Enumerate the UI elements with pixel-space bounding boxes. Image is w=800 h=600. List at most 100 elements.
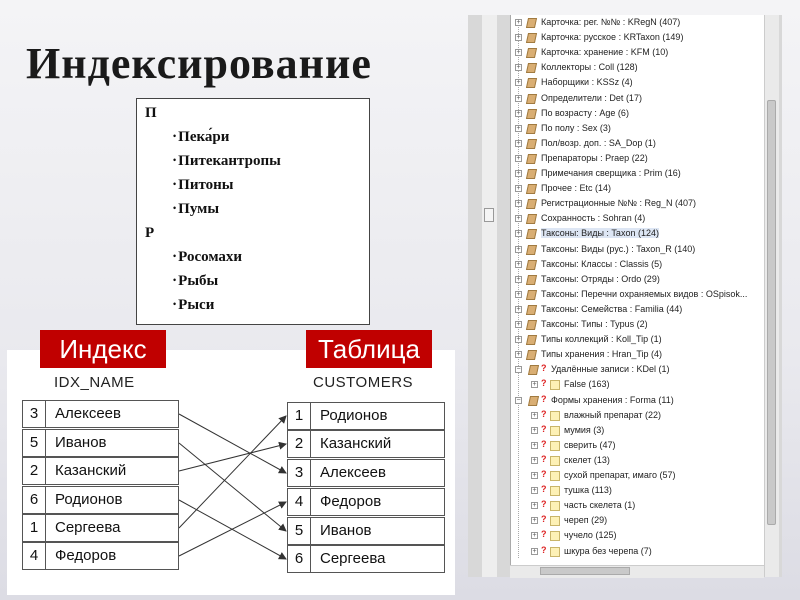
tree-node[interactable]: +? сухой препарат, имаго (57) bbox=[531, 469, 765, 484]
expand-toggle-icon[interactable]: − bbox=[515, 366, 522, 374]
tree-node[interactable]: +? череп (29) bbox=[531, 514, 765, 529]
tree-node-label: Таксоны: Типы : Typus (2) bbox=[541, 319, 648, 329]
table-row-number: 6 bbox=[288, 546, 311, 572]
category-icon bbox=[525, 153, 538, 164]
table-row: 3 Алексеев bbox=[287, 459, 445, 487]
horizontal-scroll-thumb[interactable] bbox=[540, 567, 630, 575]
expand-toggle-icon[interactable]: + bbox=[531, 517, 538, 525]
expand-toggle-icon[interactable]: + bbox=[515, 321, 522, 328]
left-splitter[interactable] bbox=[482, 15, 497, 577]
expand-toggle-icon[interactable]: + bbox=[515, 351, 522, 359]
expand-toggle-icon[interactable]: + bbox=[515, 64, 522, 72]
tree-node[interactable]: +? чучело (125) bbox=[531, 529, 765, 544]
question-mark-icon: ? bbox=[541, 529, 547, 540]
expand-toggle-icon[interactable]: + bbox=[515, 109, 522, 117]
expand-toggle-icon[interactable]: + bbox=[515, 139, 522, 147]
tree-node[interactable]: +? скелет (13) bbox=[531, 454, 765, 469]
category-icon bbox=[525, 108, 538, 119]
tree-view[interactable]: + Карточка: рег. №№ : KRegN (407) + Карточк… bbox=[510, 15, 765, 577]
tree-node-label: Наборщики : KSSz (4) bbox=[541, 77, 633, 88]
expand-toggle-icon[interactable]: + bbox=[531, 381, 538, 389]
tree-node-label: False (163) bbox=[564, 379, 610, 390]
tree-node[interactable]: +? мумия (3) bbox=[531, 424, 765, 439]
tree-node[interactable]: + Таксоны: Перечни охраняемых видов : OSp… bbox=[515, 288, 765, 303]
tree-node[interactable]: + По полу : Sex (3) bbox=[515, 122, 765, 137]
expand-toggle-icon[interactable]: + bbox=[515, 305, 522, 313]
tree-node[interactable]: + Карточка: русское : KRTaxon (149) bbox=[515, 31, 765, 46]
expand-toggle-icon[interactable]: + bbox=[531, 456, 538, 464]
expand-toggle-icon[interactable]: + bbox=[515, 34, 522, 42]
expand-toggle-icon[interactable]: + bbox=[515, 19, 522, 26]
tree-node-label: Таксоны: Классы : Classis (5) bbox=[541, 258, 663, 269]
tree-node[interactable]: + Сохранность : Sohran (4) bbox=[515, 212, 765, 227]
expand-toggle-icon[interactable]: − bbox=[515, 396, 522, 404]
tree-node[interactable]: +? False (163) bbox=[531, 378, 765, 393]
tree-node[interactable]: −? Удалённые записи : KDel (1) bbox=[515, 363, 765, 378]
expand-toggle-icon[interactable]: + bbox=[531, 472, 538, 479]
tree-node[interactable]: + Прочее : Etc (14) bbox=[515, 182, 765, 197]
tree-node[interactable]: + Карточка: хранение : KFM (10) bbox=[515, 46, 765, 61]
tree-node[interactable]: + Таксоны: Отряды : Ordo (29) bbox=[515, 273, 765, 288]
question-mark-icon: ? bbox=[541, 438, 547, 449]
glossary-letter: Р bbox=[145, 225, 155, 241]
tree-node[interactable]: + Наборщики : KSSz (4) bbox=[515, 76, 765, 91]
expand-toggle-icon[interactable]: + bbox=[531, 441, 538, 449]
tree-node[interactable]: + Таксоны: Классы : Classis (5) bbox=[515, 258, 765, 273]
expand-toggle-icon[interactable]: + bbox=[515, 185, 522, 193]
expand-toggle-icon[interactable]: + bbox=[515, 290, 522, 298]
tree-node[interactable]: + Таксоны: Семейства : Familia (44) bbox=[515, 303, 765, 318]
category-icon bbox=[525, 18, 538, 28]
tree-node[interactable]: +? часть скелета (1) bbox=[531, 499, 765, 514]
tree-node[interactable]: + Таксоны: Типы : Typus (2) bbox=[515, 318, 765, 333]
tree-node[interactable]: +? влажный препарат (22) bbox=[531, 409, 765, 424]
tree-node[interactable]: +? тушка (113) bbox=[531, 484, 765, 499]
folder-icon bbox=[550, 486, 560, 497]
expand-toggle-icon[interactable]: + bbox=[515, 275, 522, 283]
expand-toggle-icon[interactable]: + bbox=[515, 124, 522, 132]
index-row-name: Федоров bbox=[55, 547, 117, 564]
expand-toggle-icon[interactable]: + bbox=[531, 411, 538, 419]
expand-toggle-icon[interactable]: + bbox=[531, 502, 538, 510]
table-row: 6 Сергеева bbox=[287, 545, 445, 573]
question-mark-icon: ? bbox=[541, 499, 547, 510]
tree-node[interactable]: + Определители : Det (17) bbox=[515, 92, 765, 107]
expand-toggle-icon[interactable]: + bbox=[515, 170, 522, 177]
tree-node[interactable]: + Регистрационные №№ : Reg_N (407) bbox=[515, 197, 765, 212]
expand-toggle-icon[interactable]: + bbox=[515, 230, 522, 238]
category-icon bbox=[525, 335, 538, 346]
expand-toggle-icon[interactable]: + bbox=[531, 487, 538, 495]
tree-node[interactable]: + Примечания сверщика : Prim (16) bbox=[515, 167, 765, 182]
tree-node-label: Карточка: хранение : KFM (10) bbox=[541, 47, 669, 58]
tree-node[interactable]: + Пол/возр. доп. : SA_Dop (1) bbox=[515, 137, 765, 152]
expand-toggle-icon[interactable]: + bbox=[515, 260, 522, 268]
tree-node[interactable]: + Препараторы : Praep (22) bbox=[515, 152, 765, 167]
expand-toggle-icon[interactable]: + bbox=[515, 336, 522, 344]
tree-node[interactable]: + Карточка: рег. №№ : KRegN (407) bbox=[515, 16, 765, 31]
splitter-handle[interactable] bbox=[484, 208, 494, 222]
expand-toggle-icon[interactable]: + bbox=[531, 547, 538, 555]
category-icon bbox=[525, 274, 538, 285]
tree-node[interactable]: +? сверить (47) bbox=[531, 439, 765, 454]
expand-toggle-icon[interactable]: + bbox=[515, 94, 522, 102]
tree-node[interactable]: + Коллекторы : Coll (128) bbox=[515, 61, 765, 76]
expand-toggle-icon[interactable]: + bbox=[515, 49, 522, 57]
expand-toggle-icon[interactable]: + bbox=[515, 215, 522, 223]
glossary-letter: П bbox=[145, 105, 157, 121]
expand-toggle-icon[interactable]: + bbox=[531, 426, 538, 434]
tree-node[interactable]: + Таксоны: Виды : Taxon (124) bbox=[515, 227, 765, 242]
tree-node[interactable]: +? шкура без черепа (7) bbox=[531, 545, 765, 560]
expand-toggle-icon[interactable]: + bbox=[515, 200, 522, 208]
tree-node[interactable]: −? Формы хранения : Forma (11) bbox=[515, 394, 765, 409]
tree-node[interactable]: + Таксоны: Виды (рус.) : Taxon_R (140) bbox=[515, 243, 765, 258]
expand-toggle-icon[interactable]: + bbox=[515, 79, 522, 87]
expand-toggle-icon[interactable]: + bbox=[515, 245, 522, 253]
tree-node[interactable]: + По возрасту : Age (6) bbox=[515, 107, 765, 122]
expand-toggle-icon[interactable]: + bbox=[531, 532, 538, 540]
question-mark-icon: ? bbox=[541, 408, 547, 419]
tree-node-label: скелет (13) bbox=[564, 454, 610, 465]
vertical-scroll-thumb[interactable] bbox=[767, 100, 776, 525]
category-icon bbox=[525, 229, 538, 240]
tree-node[interactable]: + Типы коллекций : Koll_Tip (1) bbox=[515, 333, 765, 348]
tree-node[interactable]: + Типы хранения : Hran_Tip (4) bbox=[515, 348, 765, 363]
expand-toggle-icon[interactable]: + bbox=[515, 154, 522, 162]
